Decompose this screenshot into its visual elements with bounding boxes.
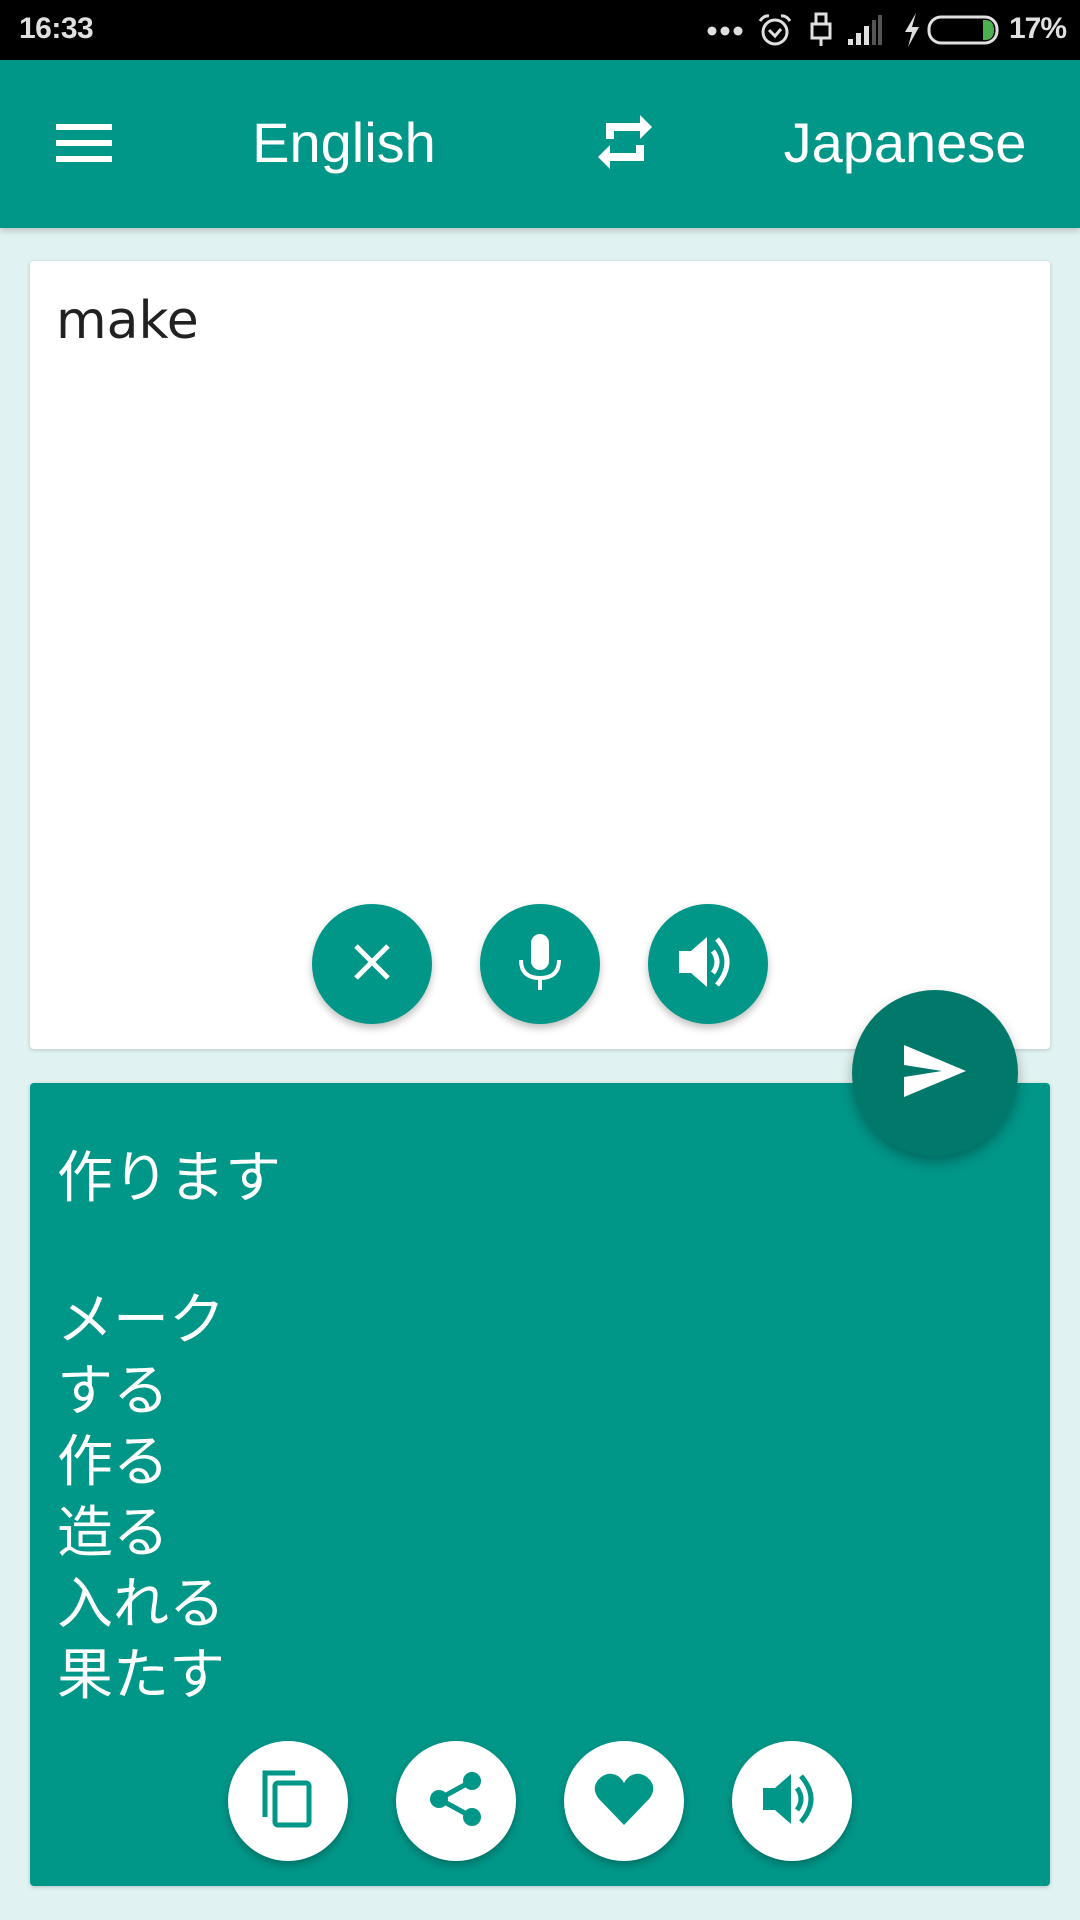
speaker-icon <box>677 933 739 995</box>
speak-translation-button[interactable] <box>732 1741 852 1861</box>
alarm-icon <box>756 0 794 60</box>
microphone-icon <box>516 932 564 996</box>
send-icon <box>902 1043 968 1103</box>
clear-button[interactable] <box>312 904 432 1024</box>
hamburger-menu-icon <box>55 122 113 166</box>
speak-source-button[interactable] <box>648 904 768 1024</box>
status-time: 16:33 <box>19 12 94 45</box>
translation-card: 作ります メーク する 作る 造る 入れる 果たす <box>30 1083 1050 1886</box>
translation-main-text: 作ります <box>57 1146 281 1211</box>
battery-icon <box>926 0 1000 60</box>
speaker-icon <box>761 1770 823 1832</box>
status-bar: 16:33 17% <box>0 0 1080 60</box>
favorite-button[interactable] <box>564 1741 684 1861</box>
alternative-translation: メーク <box>57 1288 225 1353</box>
alternative-translation: 果たす <box>57 1643 225 1708</box>
source-text-input[interactable]: make <box>56 291 1016 351</box>
signal-icon <box>846 0 884 60</box>
alternative-translation: 作る <box>57 1430 169 1495</box>
alternative-translation: 造る <box>57 1501 169 1566</box>
battery-percent: 17% <box>1009 12 1067 45</box>
source-language-selector[interactable]: English <box>220 106 468 180</box>
source-card: make <box>30 261 1050 1049</box>
alternative-translation: 入れる <box>57 1572 225 1637</box>
copy-button[interactable] <box>228 1741 348 1861</box>
swap-languages-icon <box>596 111 654 177</box>
heart-icon <box>593 1771 655 1831</box>
charging-bolt-icon <box>901 0 923 60</box>
copy-icon <box>261 1769 315 1833</box>
translation-alternatives: メーク する 作る 造る 入れる 果たす <box>57 1285 225 1711</box>
more-dots-icon <box>706 0 744 60</box>
target-language-selector[interactable]: Japanese <box>770 106 1040 180</box>
translate-button[interactable] <box>852 990 1018 1156</box>
share-button[interactable] <box>396 1741 516 1861</box>
close-icon <box>350 940 394 988</box>
usb-lock-icon <box>808 0 834 60</box>
swap-languages-button[interactable] <box>585 104 665 184</box>
voice-input-button[interactable] <box>480 904 600 1024</box>
share-icon <box>428 1769 484 1833</box>
app-bar: English Japanese <box>0 60 1080 228</box>
menu-button[interactable] <box>40 104 128 184</box>
alternative-translation: する <box>57 1359 169 1424</box>
